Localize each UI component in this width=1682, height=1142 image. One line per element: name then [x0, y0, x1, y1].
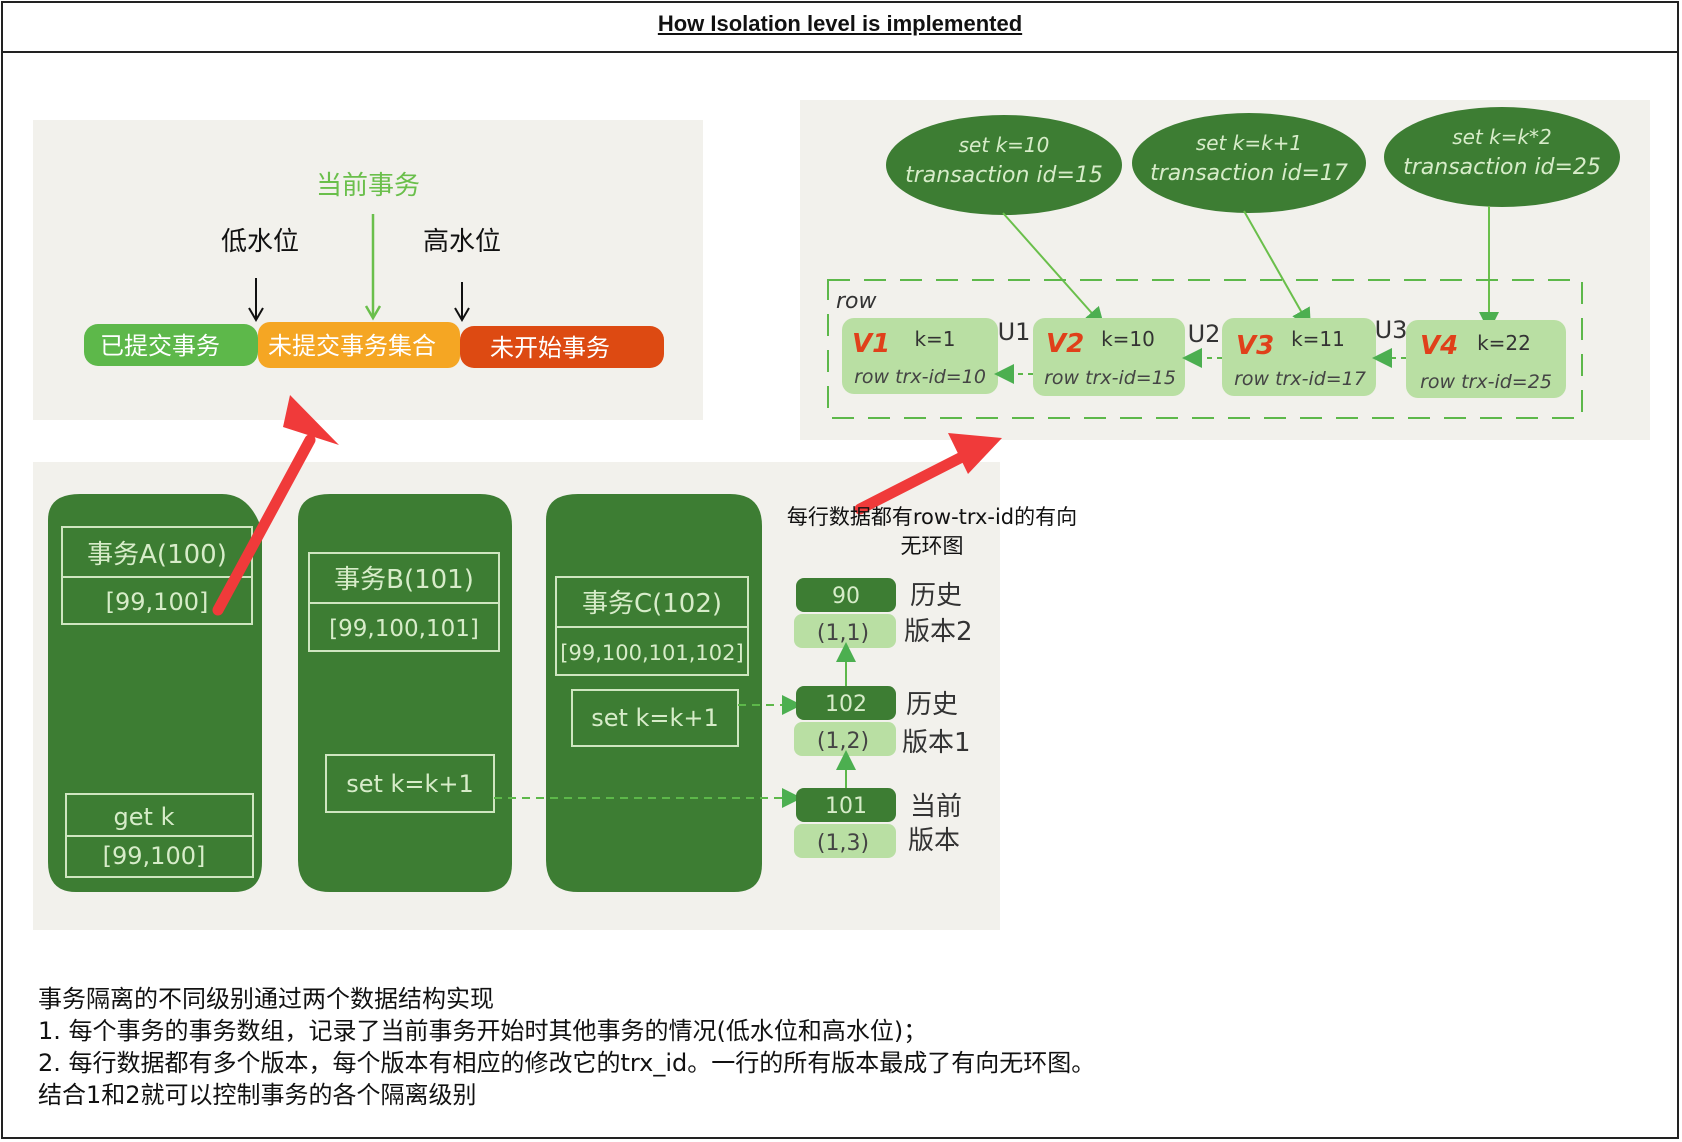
row-versions-panel: set k=10 transaction id=15 set k=k+1 tra… — [800, 100, 1650, 440]
transaction-a-name: 事务A(100) — [87, 540, 227, 570]
chain-node-102-value: 102 — [825, 692, 867, 717]
description-line-1: 事务隔离的不同级别通过两个数据结构实现 — [38, 985, 494, 1013]
version-node-v4-id: V4 — [1420, 331, 1458, 361]
dag-note: 每行数据都有row-trx-id的有向无环图 — [786, 505, 1078, 558]
transaction-c-pill — [546, 494, 762, 892]
version-node-v1-trx: row trx-id=10 — [854, 366, 986, 388]
transaction-b-name: 事务B(101) — [334, 565, 474, 595]
chain-node-101-label-1: 当前 — [910, 792, 962, 822]
op-3-statement: set k=k*2 — [1452, 125, 1552, 149]
current-transaction-label: 当前事务 — [316, 171, 420, 201]
version-node-v4-k: k=22 — [1477, 331, 1531, 355]
transaction-a-get-op: get k — [114, 803, 175, 831]
chain-node-101-value: 101 — [825, 794, 867, 819]
version-node-v3-id: V3 — [1236, 331, 1274, 361]
segment-uncommitted-label: 未提交事务集合 — [268, 332, 436, 360]
version-node-v4-trx: row trx-id=25 — [1420, 371, 1552, 393]
chain-node-102-ver: (1,2) — [817, 729, 869, 754]
description-line-4: 结合1和2就可以控制事务的各个隔离级别 — [38, 1081, 477, 1109]
version-node-v2-k: k=10 — [1101, 327, 1155, 351]
transaction-a-get-result: [99,100] — [103, 842, 206, 870]
description-line-3: 2. 每行数据都有多个版本，每个版本有相应的修改它的trx_id。一行的所有版本… — [38, 1049, 1096, 1077]
chain-node-90-ver: (1,1) — [817, 621, 869, 646]
chain-node-101-ver: (1,3) — [817, 831, 869, 856]
version-node-v2-trx: row trx-id=15 — [1044, 367, 1176, 389]
version-node-v2-id: V2 — [1046, 329, 1084, 359]
description-line-2: 1. 每个事务的事务数组，记录了当前事务开始时其他事务的情况(低水位和高水位)； — [38, 1017, 928, 1045]
transaction-c-array: [99,100,101,102] — [560, 641, 743, 665]
transaction-a-array: [99,100] — [106, 588, 209, 616]
chain-node-102-label-2: 版本1 — [902, 728, 971, 758]
watermark-panel: 当前事务 低水位 高水位 已提交事务 未提交事务集合 未开始事务 — [33, 120, 703, 420]
op-2-transaction-id: transaction id=17 — [1150, 161, 1348, 186]
chain-node-102-label-1: 历史 — [906, 690, 958, 720]
chain-node-90-label-1: 历史 — [910, 581, 962, 611]
chain-node-90-label-2: 版本2 — [904, 617, 973, 647]
transaction-c-name: 事务C(102) — [582, 589, 722, 619]
transaction-b-array: [99,100,101] — [329, 616, 479, 642]
version-node-v1-k: k=1 — [914, 327, 955, 351]
diagram-canvas: 当前事务 低水位 高水位 已提交事务 未提交事务集合 未开始事务 set k=1… — [33, 100, 1650, 930]
undo-label-u3: U3 — [1375, 316, 1408, 344]
segment-not-started-label: 未开始事务 — [490, 334, 610, 362]
chain-node-101-label-2: 版本 — [908, 826, 960, 856]
chain-node-90-value: 90 — [832, 584, 860, 609]
transaction-b-op: set k=k+1 — [346, 770, 474, 798]
segment-committed-label: 已提交事务 — [100, 332, 220, 360]
version-node-v3-trx: row trx-id=17 — [1234, 368, 1366, 390]
description: 事务隔离的不同级别通过两个数据结构实现 1. 每个事务的事务数组，记录了当前事务… — [38, 983, 1095, 1111]
undo-label-u2: U2 — [1188, 320, 1221, 348]
high-watermark-label: 高水位 — [423, 227, 501, 257]
op-1-transaction-id: transaction id=15 — [905, 163, 1103, 188]
low-watermark-label: 低水位 — [221, 227, 299, 257]
version-node-v1-id: V1 — [852, 329, 890, 359]
row-label: row — [836, 289, 878, 314]
transaction-c-op: set k=k+1 — [591, 704, 719, 732]
watermark-panel-bg — [33, 120, 703, 420]
op-1-statement: set k=10 — [959, 133, 1050, 157]
op-2-statement: set k=k+1 — [1196, 131, 1302, 155]
undo-label-u1: U1 — [998, 318, 1031, 346]
version-node-v3-k: k=11 — [1291, 327, 1345, 351]
op-3-transaction-id: transaction id=25 — [1403, 155, 1601, 180]
